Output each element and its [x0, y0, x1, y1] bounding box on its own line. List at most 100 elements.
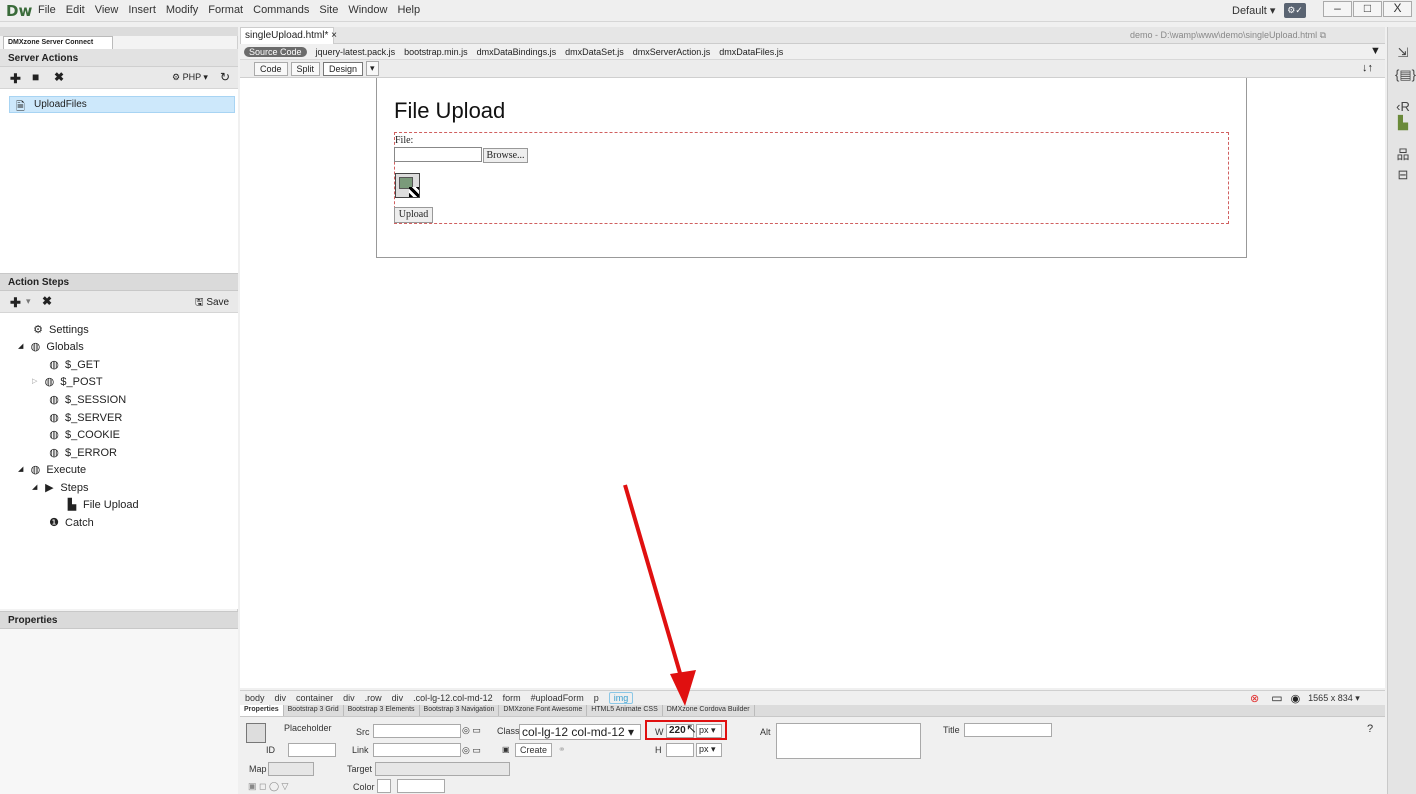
tag-p[interactable]: p — [594, 693, 599, 703]
document-tab[interactable]: singleUpload.html* × — [240, 27, 337, 44]
help-icon[interactable]: ? — [1367, 723, 1373, 735]
css-designer-icon[interactable]: {▤} — [1395, 67, 1416, 83]
tag-row[interactable]: .row — [365, 693, 382, 703]
related-file[interactable]: dmxDataSet.js — [565, 47, 624, 57]
title-input[interactable] — [964, 723, 1052, 737]
color-swatch[interactable] — [377, 779, 391, 793]
related-file[interactable]: bootstrap.min.js — [404, 47, 468, 57]
delete-icon[interactable]: ✖ — [54, 70, 64, 84]
dom-panel-icon[interactable]: 品 — [1395, 147, 1411, 163]
language-selector[interactable]: ⚙ PHP ▾ — [172, 72, 208, 83]
refresh-icon[interactable]: ↻ — [220, 70, 230, 84]
menu-commands[interactable]: Commands — [253, 4, 309, 16]
save-button[interactable]: 🖫 Save — [195, 295, 229, 312]
upload-form[interactable] — [394, 132, 1229, 224]
panel-collapse-bar[interactable] — [0, 27, 238, 36]
link-browse-icon[interactable]: ◎ ▭ — [462, 745, 481, 756]
menu-view[interactable]: View — [95, 4, 119, 16]
window-size[interactable]: 1565 x 834 ▾ — [1308, 693, 1360, 704]
tree-item-error[interactable]: ◍ $_ERROR — [48, 445, 117, 461]
add-icon[interactable]: ✚ — [10, 71, 21, 87]
behaviors-icon[interactable]: ⊟ — [1395, 167, 1411, 183]
expand-arrow-icon[interactable]: ◢ — [32, 480, 37, 496]
tab-bootstrap-elements[interactable]: Bootstrap 3 Elements — [344, 705, 420, 716]
maximize-button[interactable]: □ — [1353, 1, 1382, 17]
target-icon[interactable]: ◎ ▭ — [462, 725, 481, 736]
tree-item-get[interactable]: ◍ $_GET — [48, 357, 100, 373]
menu-help[interactable]: Help — [397, 4, 420, 16]
target-select[interactable] — [375, 762, 510, 776]
globe-icon[interactable]: ◉ — [1291, 692, 1301, 705]
insert-panel-icon[interactable]: ⇲ — [1395, 45, 1411, 61]
tree-item-settings[interactable]: ⚙ Settings — [32, 322, 89, 338]
filter-icon[interactable]: ▼ — [1370, 45, 1381, 57]
menu-format[interactable]: Format — [208, 4, 243, 16]
menu-file[interactable]: File — [38, 4, 56, 16]
tag-div[interactable]: div — [343, 693, 355, 703]
image-placeholder-icon[interactable] — [395, 173, 420, 198]
snippets-icon[interactable]: ▙ — [1395, 115, 1411, 131]
related-file[interactable]: dmxDataFiles.js — [719, 47, 783, 57]
tree-item-file-upload[interactable]: ▙ File Upload — [66, 497, 139, 513]
menu-window[interactable]: Window — [348, 4, 387, 16]
error-icon[interactable]: ⊗ — [1250, 692, 1259, 705]
tab-font-awesome[interactable]: DMXzone Font Awesome — [499, 705, 588, 716]
tree-item-session[interactable]: ◍ $_SESSION — [48, 392, 126, 408]
split-view-button[interactable]: Split — [290, 61, 321, 76]
expand-arrow-icon[interactable]: ◢ — [18, 339, 23, 355]
chevron-down-icon[interactable]: ▾ — [26, 296, 31, 307]
src-input[interactable] — [373, 724, 461, 738]
tag-body[interactable]: body — [245, 693, 265, 703]
tree-item-globals[interactable]: ◢ ◍ Globals — [18, 339, 84, 355]
code-view-button[interactable]: Code — [254, 61, 288, 76]
server-action-item[interactable]: 🗎 UploadFiles — [9, 96, 235, 113]
related-file[interactable]: dmxServerAction.js — [633, 47, 711, 57]
close-button[interactable]: X — [1383, 1, 1412, 17]
menu-edit[interactable]: Edit — [66, 4, 85, 16]
close-tab-icon[interactable]: × — [331, 30, 337, 41]
create-button[interactable]: Create — [515, 743, 553, 757]
view-dropdown-chevron-icon[interactable]: ▾ — [366, 61, 379, 76]
assets-icon[interactable]: ‹R — [1395, 99, 1411, 115]
tab-bootstrap-navigation[interactable]: Bootstrap 3 Navigation — [420, 705, 500, 716]
related-file[interactable]: jquery-latest.pack.js — [316, 47, 396, 57]
related-file[interactable]: dmxDataBindings.js — [477, 47, 557, 57]
height-unit-select[interactable]: px ▾ — [696, 743, 722, 757]
hotspot-tools-icon[interactable]: ▣ ◻ ◯ ▽ — [248, 781, 288, 792]
link-input[interactable] — [373, 743, 461, 757]
folder-icon[interactable]: ■ — [32, 70, 39, 84]
menu-modify[interactable]: Modify — [166, 4, 198, 16]
tag-col[interactable]: .col-lg-12.col-md-12 — [413, 693, 493, 703]
tag-container[interactable]: container — [296, 693, 333, 703]
tag-form[interactable]: form — [503, 693, 521, 703]
collapse-arrow-icon[interactable]: ▷ — [32, 374, 37, 390]
sort-icon[interactable]: ↓↑ — [1362, 62, 1373, 74]
delete-step-icon[interactable]: ✖ — [42, 294, 52, 308]
tree-item-cookie[interactable]: ◍ $_COOKIE — [48, 427, 120, 443]
upload-button[interactable]: Upload — [394, 207, 433, 223]
minimize-button[interactable]: – — [1323, 1, 1352, 17]
tree-item-steps[interactable]: ◢ ▶ Steps — [32, 480, 89, 496]
color-input[interactable] — [397, 779, 445, 793]
menu-site[interactable]: Site — [319, 4, 338, 16]
edit-image-icon[interactable]: ⚭ — [558, 744, 566, 755]
tree-item-catch[interactable]: ❶ Catch — [48, 515, 94, 531]
id-input[interactable] — [288, 743, 336, 757]
tag-div[interactable]: div — [392, 693, 404, 703]
desktop-icon[interactable]: ▭ — [1271, 691, 1282, 705]
tab-properties[interactable]: Properties — [240, 705, 284, 716]
browse-button[interactable]: Browse... — [483, 148, 528, 163]
file-input[interactable] — [394, 147, 482, 162]
tree-item-execute[interactable]: ◢ ◍ Execute — [18, 462, 86, 478]
design-view-button[interactable]: Design — [323, 61, 364, 76]
height-input[interactable] — [666, 743, 694, 757]
related-file-source-code[interactable]: Source Code — [244, 46, 307, 57]
workspace-switcher[interactable]: Default ▾ — [1232, 4, 1275, 17]
add-step-icon[interactable]: ✚ — [10, 295, 21, 311]
alt-textarea[interactable] — [776, 723, 921, 759]
tag-div[interactable]: div — [275, 693, 287, 703]
tree-item-post[interactable]: ▷ ◍ $_POST — [32, 374, 103, 390]
menu-insert[interactable]: Insert — [128, 4, 156, 16]
tree-item-server[interactable]: ◍ $_SERVER — [48, 410, 122, 426]
panel-tab-server-connect[interactable]: DMXzone Server Connect — [3, 36, 113, 49]
